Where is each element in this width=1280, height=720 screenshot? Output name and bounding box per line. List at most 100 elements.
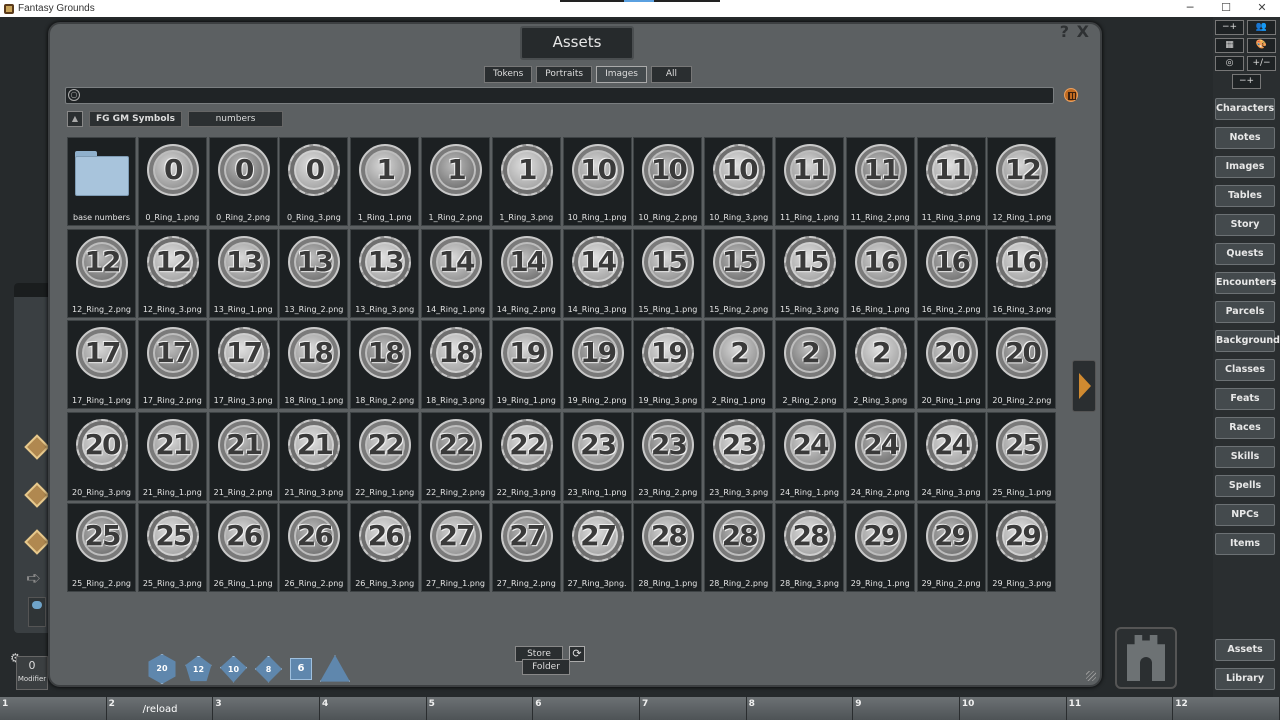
asset-item[interactable]: 28 28_Ring_1.png	[633, 503, 703, 592]
asset-item[interactable]: 21 21_Ring_3.png	[279, 411, 349, 501]
asset-item[interactable]: 24 24_Ring_1.png	[774, 411, 844, 501]
asset-item[interactable]: 23 23_Ring_1.png	[562, 411, 632, 501]
asset-item[interactable]: 21 21_Ring_1.png	[137, 411, 207, 501]
asset-item[interactable]: 15 15_Ring_1.png	[633, 228, 703, 318]
asset-item[interactable]: 22 22_Ring_2.png	[420, 411, 490, 501]
refresh-icon[interactable]: ⟳	[569, 646, 585, 662]
filter-tokens[interactable]: Tokens	[484, 66, 533, 83]
hotkey-slot[interactable]: 9	[853, 697, 960, 720]
desktop-logo[interactable]	[1115, 627, 1177, 689]
d4-die-icon[interactable]	[320, 655, 350, 682]
asset-item[interactable]: 11 11_Ring_1.png	[774, 137, 844, 226]
asset-item[interactable]: 18 18_Ring_1.png	[279, 320, 349, 409]
asset-item[interactable]: 25 25_Ring_3.png	[137, 503, 207, 592]
sidebar-assets-button[interactable]: Assets	[1215, 639, 1275, 661]
sidebar-backgrounds-button[interactable]: Backgrounds	[1215, 330, 1280, 352]
asset-item[interactable]: 1 1_Ring_2.png	[420, 137, 490, 226]
asset-item[interactable]: 14 14_Ring_2.png	[491, 228, 561, 318]
asset-item[interactable]: 12 12_Ring_1.png	[987, 137, 1057, 226]
asset-item[interactable]: 24 24_Ring_2.png	[845, 411, 915, 501]
asset-item[interactable]: 12 12_Ring_2.png	[67, 228, 136, 318]
asset-item[interactable]: 10 10_Ring_1.png	[562, 137, 632, 226]
target-icon[interactable]: ◎	[1215, 56, 1244, 71]
asset-item[interactable]: 29 29_Ring_1.png	[845, 503, 915, 592]
help-button[interactable]: ?	[1060, 22, 1070, 41]
asset-item[interactable]: 2 2_Ring_2.png	[774, 320, 844, 409]
filter-all[interactable]: All	[650, 66, 692, 83]
asset-item[interactable]: 11 11_Ring_2.png	[845, 137, 915, 226]
asset-item[interactable]: 23 23_Ring_2.png	[633, 411, 703, 501]
pointer-tool[interactable]: −+	[1215, 20, 1244, 35]
asset-item[interactable]: 24 24_Ring_3.png	[916, 411, 986, 501]
asset-item[interactable]: 1 1_Ring_1.png	[350, 137, 420, 226]
search-input[interactable]	[84, 89, 1044, 102]
asset-item[interactable]: 18 18_Ring_2.png	[350, 320, 420, 409]
asset-item[interactable]: 20 20_Ring_1.png	[916, 320, 986, 409]
asset-item[interactable]: 10 10_Ring_3.png	[704, 137, 774, 226]
hotkey-slot[interactable]: 8	[746, 697, 854, 720]
asset-item[interactable]: 11 11_Ring_3.png	[916, 137, 986, 226]
asset-item[interactable]: 13 13_Ring_1.png	[208, 228, 278, 318]
sidebar-tables-button[interactable]: Tables	[1215, 185, 1275, 207]
asset-item[interactable]: 20 20_Ring_3.png	[67, 411, 136, 501]
grid-tool[interactable]: ▦	[1215, 38, 1244, 53]
asset-item[interactable]: 26 26_Ring_1.png	[208, 503, 278, 592]
asset-item[interactable]: 2 2_Ring_1.png	[704, 320, 774, 409]
sidebar-items-button[interactable]: Items	[1215, 533, 1275, 555]
asset-item[interactable]: 13 13_Ring_2.png	[279, 228, 349, 318]
sidebar-spells-button[interactable]: Spells	[1215, 475, 1275, 497]
arrow-right-icon[interactable]: ➪	[26, 568, 46, 589]
folder-item[interactable]: base numbers	[67, 137, 136, 226]
d20-die-icon[interactable]: 20	[148, 654, 176, 684]
asset-item[interactable]: 29 29_Ring_3.png	[987, 503, 1057, 592]
sidebar-quests-button[interactable]: Quests	[1215, 243, 1275, 265]
asset-item[interactable]: 15 15_Ring_2.png	[704, 228, 774, 318]
sidebar-images-button[interactable]: Images	[1215, 156, 1275, 178]
sidebar-characters-button[interactable]: Characters	[1215, 98, 1275, 120]
asset-item[interactable]: 12 12_Ring_3.png	[137, 228, 207, 318]
asset-item[interactable]: 29 29_Ring_2.png	[916, 503, 986, 592]
sidebar-parcels-button[interactable]: Parcels	[1215, 301, 1275, 323]
lighting-tool[interactable]: −+	[1232, 74, 1261, 89]
close-app-button[interactable]: ✕	[1244, 0, 1280, 17]
asset-item[interactable]: 25 25_Ring_2.png	[67, 503, 136, 592]
asset-item[interactable]: 0 0_Ring_1.png	[137, 137, 207, 226]
sidebar-npcs-button[interactable]: NPCs	[1215, 504, 1275, 526]
hotkey-slot[interactable]: 3	[213, 697, 320, 720]
sidebar-feats-button[interactable]: Feats	[1215, 388, 1275, 410]
grid-view-icon[interactable]	[1064, 88, 1078, 102]
hotkey-slot[interactable]: 7	[639, 697, 747, 720]
modifier-box[interactable]: 0 Modifier	[16, 656, 48, 690]
asset-item[interactable]: 17 17_Ring_2.png	[137, 320, 207, 409]
asset-item[interactable]: 25 25_Ring_1.png	[987, 411, 1057, 501]
sidebar-story-button[interactable]: Story	[1215, 214, 1275, 236]
asset-item[interactable]: 17 17_Ring_1.png	[67, 320, 136, 409]
d10-die-icon[interactable]: 10	[220, 655, 247, 683]
breadcrumb-fg-gm-symbols[interactable]: FG GM Symbols	[89, 111, 182, 127]
asset-item[interactable]: 13 13_Ring_3.png	[350, 228, 420, 318]
hotkey-slot[interactable]: 12	[1173, 697, 1280, 720]
asset-item[interactable]: 17 17_Ring_3.png	[208, 320, 278, 409]
hotkey-slot[interactable]: 11	[1066, 697, 1174, 720]
asset-item[interactable]: 16 16_Ring_2.png	[916, 228, 986, 318]
filter-portraits[interactable]: Portraits	[536, 66, 593, 83]
asset-item[interactable]: 23 23_Ring_3.png	[704, 411, 774, 501]
d12-die-icon[interactable]: 12	[185, 655, 212, 682]
minimize-button[interactable]: ─	[1172, 0, 1208, 17]
asset-item[interactable]: 15 15_Ring_3.png	[774, 228, 844, 318]
asset-item[interactable]: 16 16_Ring_3.png	[987, 228, 1057, 318]
asset-item[interactable]: 20 20_Ring_2.png	[987, 320, 1057, 409]
asset-item[interactable]: 2 2_Ring_3.png	[845, 320, 915, 409]
sidebar-races-button[interactable]: Races	[1215, 417, 1275, 439]
asset-item[interactable]: 21 21_Ring_2.png	[208, 411, 278, 501]
close-window-button[interactable]: X	[1077, 22, 1090, 41]
asset-item[interactable]: 27 27_Ring_3png.	[562, 503, 632, 592]
palette-icon[interactable]: 🎨	[1247, 38, 1276, 53]
sidebar-encounters-button[interactable]: Encounters	[1215, 272, 1276, 294]
asset-item[interactable]: 0 0_Ring_3.png	[279, 137, 349, 226]
next-page-button[interactable]	[1072, 360, 1096, 412]
maximize-button[interactable]: ☐	[1208, 0, 1244, 17]
resize-handle[interactable]	[1086, 671, 1096, 681]
breadcrumb-numbers[interactable]: numbers	[188, 111, 283, 127]
folder-up-button[interactable]: ▲	[67, 111, 83, 127]
